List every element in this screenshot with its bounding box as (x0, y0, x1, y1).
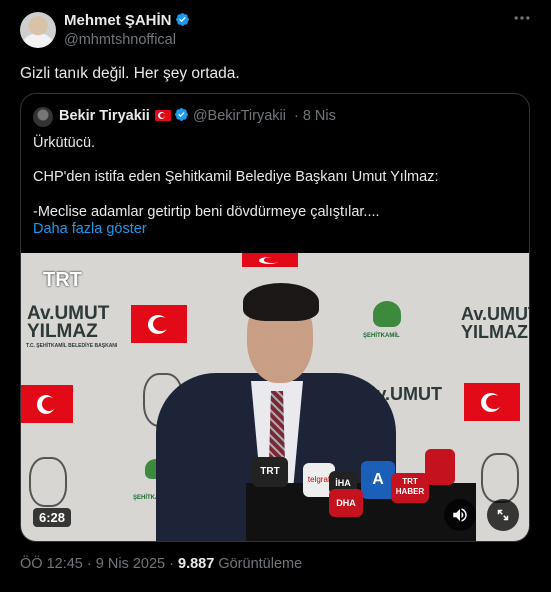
backdrop-name1-right: Av.UMUT (461, 304, 529, 324)
quoted-text-line-2: CHP'den istifa eden Şehitkamil Belediye … (33, 169, 439, 185)
volume-button[interactable] (444, 499, 476, 531)
mic-red (425, 449, 455, 485)
verified-badge-icon (174, 108, 188, 121)
tree-logo (373, 301, 401, 327)
author-name-row[interactable]: Mehmet ŞAHİN (64, 12, 190, 29)
mic-dha: DHA (329, 489, 363, 517)
views-count[interactable]: 9.887 (178, 556, 214, 572)
backdrop-sub-left: T.C. ŞEHİTKAMİL BELEDİYE BAŞKANI (26, 343, 118, 349)
video-player[interactable]: Av.UMUT YILMAZ T.C. ŞEHİTKAMİL BELEDİYE … (21, 253, 529, 541)
speaker-hair (243, 283, 319, 321)
backdrop-name-left: Av.UMUT YILMAZ (27, 304, 109, 342)
more-horizontal-icon-svg (514, 16, 530, 20)
backdrop-org: ŞEHİTKAMİL (363, 333, 400, 339)
mic-trt: TRT (252, 457, 288, 487)
mic-aa: A (361, 461, 395, 499)
backdrop-name2-left: YILMAZ (27, 321, 98, 342)
tweet-date[interactable]: 9 Nis 2025 (96, 556, 165, 572)
quoted-tweet[interactable]: Bekir Tiryakii @BekirTiryakii · 8 Nis Ürkü… (20, 93, 530, 542)
turkey-flag-backdrop-4 (242, 253, 298, 267)
tweet-text: Gizli tanık değil. Her şey ortada. (20, 65, 240, 82)
turkey-flag-icon (154, 110, 171, 121)
tweet-meta: ÖÖ 12:45 · 9 Nis 2025 · 9.887 Görüntülem… (20, 556, 302, 572)
meta-separator-2: · (169, 556, 174, 572)
meta-separator: · (86, 556, 92, 572)
quoted-text-line-3: -Meclise adamlar getirtip beni dövdürmey… (33, 204, 380, 220)
quoted-separator: · (294, 108, 299, 124)
views-label: Görüntüleme (218, 556, 303, 572)
fullscreen-button[interactable] (487, 499, 519, 531)
turkey-flag-backdrop-3 (464, 383, 520, 421)
fullscreen-icon (497, 509, 509, 521)
show-more-link[interactable]: Daha fazla göster (33, 221, 147, 237)
quoted-date[interactable]: 8 Nis (303, 108, 336, 124)
backdrop-name2-right: YILMAZ (461, 322, 528, 342)
ataturk-portrait-3 (481, 453, 519, 503)
quoted-author-name[interactable]: Bekir Tiryakii (59, 108, 150, 124)
author-avatar[interactable] (20, 12, 56, 48)
backdrop-name-right: Av.UMUT YILMAZ (461, 305, 529, 341)
quoted-header: Bekir Tiryakii @BekirTiryakii · 8 Nis (59, 107, 336, 124)
quoted-author-handle[interactable]: @BekirTiryakii (193, 108, 286, 124)
quoted-author-avatar[interactable] (33, 107, 53, 127)
turkey-flag-backdrop-1 (131, 305, 187, 343)
mic-trt-haber: TRT HABER (391, 473, 429, 503)
ataturk-portrait-2 (29, 457, 67, 507)
quoted-text-line-1: Ürkütücü. (33, 135, 96, 151)
verified-badge-icon (175, 13, 189, 26)
trt-channel-logo: TRT (43, 269, 82, 291)
turkey-flag-backdrop-2 (21, 385, 73, 423)
tweet-time[interactable]: ÖÖ 12:45 (20, 556, 83, 572)
video-duration: 6:28 (33, 508, 72, 527)
volume-icon (453, 508, 467, 522)
author-handle[interactable]: @mhmtshnoffical (64, 32, 176, 48)
author-name[interactable]: Mehmet ŞAHİN (64, 12, 172, 29)
more-horizontal-icon[interactable] (512, 8, 532, 33)
